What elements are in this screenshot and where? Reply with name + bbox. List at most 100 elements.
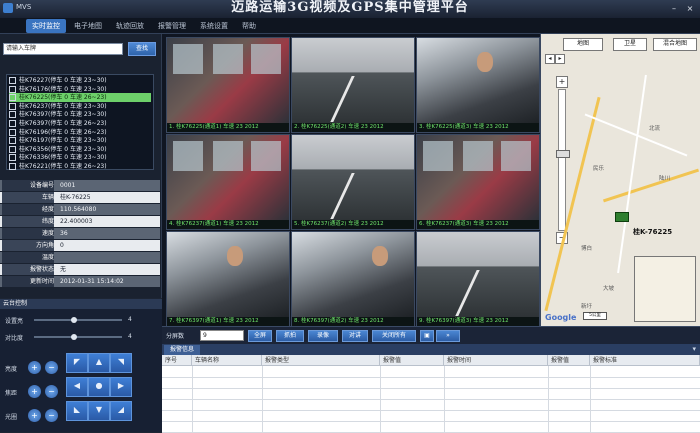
menu-alarm-management[interactable]: 报警管理 bbox=[152, 19, 192, 33]
info-label: 经度 bbox=[2, 204, 54, 215]
layout-select[interactable]: 9 bbox=[200, 330, 244, 341]
ptz-slider[interactable] bbox=[34, 317, 122, 323]
alarm-tab[interactable]: 报警信息 bbox=[164, 345, 201, 355]
menu-system-settings[interactable]: 系统设置 bbox=[194, 19, 234, 33]
camera-view[interactable]: 5. 桂K76237(通道2) 车速 23 2012 bbox=[291, 134, 415, 230]
grid-layout-icon[interactable]: ▣ bbox=[420, 330, 434, 342]
minus-icon[interactable]: − bbox=[45, 361, 58, 374]
menu-help[interactable]: 帮助 bbox=[236, 19, 262, 33]
checkbox-icon[interactable] bbox=[9, 120, 16, 127]
video-frame bbox=[417, 232, 539, 317]
pan-right-icon[interactable]: ▸ bbox=[555, 54, 565, 64]
checkbox-icon[interactable] bbox=[9, 154, 16, 162]
alarm-column-header[interactable]: 报警值 bbox=[548, 355, 590, 366]
pan-left-icon[interactable]: ◀ bbox=[66, 377, 88, 397]
alarm-column-header[interactable]: 报警时间 bbox=[444, 355, 548, 366]
slider-handle[interactable] bbox=[70, 334, 77, 340]
slider-value: 4 bbox=[128, 316, 132, 323]
ptz-slider[interactable] bbox=[34, 334, 122, 340]
next-page-icon[interactable]: » bbox=[436, 330, 460, 342]
checkbox-icon[interactable] bbox=[9, 77, 16, 84]
checkbox-icon[interactable] bbox=[9, 145, 16, 153]
close-all-button[interactable]: 关闭所有 bbox=[372, 330, 416, 342]
pan-right-icon[interactable]: ▶ bbox=[110, 377, 132, 397]
minus-icon[interactable]: − bbox=[45, 409, 58, 422]
collapse-icon[interactable]: ▾ bbox=[692, 345, 696, 353]
vehicle-search-input[interactable]: 请输入车牌 bbox=[3, 43, 123, 55]
vehicle-panel: 请输入车牌 查找 桂K76227(停车 0 车速 23~30) 桂K76176(停… bbox=[0, 34, 162, 298]
alarm-column-header[interactable]: 报警类型 bbox=[262, 355, 380, 366]
checkbox-icon[interactable] bbox=[9, 85, 16, 93]
camera-view[interactable]: 8. 桂K76397(通道2) 车速 23 2012 bbox=[291, 231, 415, 327]
checkbox-icon[interactable] bbox=[9, 94, 16, 102]
record-button[interactable]: 录像 bbox=[308, 330, 338, 342]
camera-view[interactable]: 7. 桂K76397(通道1) 车速 23 2012 bbox=[166, 231, 290, 327]
ptz-control-panel: 设置亮 4 对比度 4 亮度 + − 焦距 + − 光圈 + − ◤ ▲ ◥ ◀ ● ▶ ◣ ▼ ◢ bbox=[0, 309, 162, 432]
road-lane bbox=[330, 173, 355, 219]
video-frame bbox=[292, 38, 414, 123]
camera-view[interactable]: 4. 桂K76237(通道1) 车速 23 2012 bbox=[166, 134, 290, 230]
electronic-map[interactable]: 地图 卫星 混合地图 ◂ ▸ + − 北流 民乐 陆川 博白 石窝 大坡 新圩 … bbox=[540, 34, 700, 326]
zoom-slider[interactable] bbox=[556, 89, 570, 231]
info-label: 纬度 bbox=[2, 216, 54, 227]
menu-track-playback[interactable]: 轨迹回放 bbox=[110, 19, 150, 33]
minimize-button[interactable]: – bbox=[668, 3, 680, 14]
checkbox-icon[interactable] bbox=[9, 137, 16, 145]
map-place-label: 新圩 bbox=[581, 304, 593, 310]
vehicle-list[interactable]: 桂K76227(停车 0 车速 23~30) 桂K76176(停车 0 车速 23… bbox=[6, 74, 154, 170]
close-button[interactable]: × bbox=[684, 3, 696, 14]
info-label: 方向角 bbox=[2, 240, 54, 251]
alarm-column-header[interactable]: 车辆名称 bbox=[192, 355, 262, 366]
vehicle-label: 桂K76237(停车 0 车速 23~30) bbox=[19, 102, 107, 110]
info-row: 方向角 0 bbox=[0, 240, 160, 251]
checkbox-icon[interactable] bbox=[9, 163, 16, 170]
zoom-handle[interactable] bbox=[556, 150, 570, 158]
bus-window bbox=[173, 141, 203, 171]
map-tab-satellite[interactable]: 卫星 bbox=[613, 38, 647, 51]
menu-electronic-map[interactable]: 电子地图 bbox=[68, 19, 108, 33]
minus-icon[interactable]: − bbox=[45, 385, 58, 398]
intercom-button[interactable]: 对讲 bbox=[342, 330, 368, 342]
menu-realtime-monitor[interactable]: 实时监控 bbox=[26, 19, 66, 33]
pan-down-icon[interactable]: ▼ bbox=[88, 401, 110, 421]
camera-view[interactable]: 1. 桂K76225(通道1) 车速 23 2012 bbox=[166, 37, 290, 133]
info-value: 22.400003 bbox=[60, 218, 93, 225]
checkbox-icon[interactable] bbox=[9, 102, 16, 110]
info-label: 车辆 bbox=[2, 192, 54, 203]
plus-icon[interactable]: + bbox=[28, 385, 41, 398]
pan-up-icon[interactable]: ▲ bbox=[88, 353, 110, 373]
info-value: 无 bbox=[60, 266, 67, 273]
overview-minimap[interactable] bbox=[634, 256, 696, 322]
grid-line bbox=[162, 410, 700, 411]
snapshot-button[interactable]: 抓拍 bbox=[276, 330, 304, 342]
alarm-column-header[interactable]: 序号 bbox=[162, 355, 192, 366]
ptz-row-label: 焦距 bbox=[5, 390, 18, 397]
map-tab-map[interactable]: 地图 bbox=[563, 38, 603, 51]
pan-left-icon[interactable]: ◂ bbox=[545, 54, 555, 64]
camera-caption: 8. 桂K76397(通道2) 车速 23 2012 bbox=[292, 317, 414, 326]
alarm-column-header[interactable]: 报警标准 bbox=[590, 355, 700, 366]
map-tab-hybrid[interactable]: 混合地图 bbox=[653, 38, 697, 51]
vehicle-marker-icon[interactable] bbox=[615, 212, 629, 222]
pan-down-left-icon[interactable]: ◣ bbox=[66, 401, 88, 421]
plus-icon[interactable]: + bbox=[28, 409, 41, 422]
search-button[interactable]: 查找 bbox=[128, 42, 156, 56]
alarm-column-header[interactable]: 报警值 bbox=[380, 355, 444, 366]
pan-up-left-icon[interactable]: ◤ bbox=[66, 353, 88, 373]
checkbox-icon[interactable] bbox=[9, 111, 16, 119]
plus-icon[interactable]: + bbox=[28, 361, 41, 374]
pan-up-right-icon[interactable]: ◥ bbox=[110, 353, 132, 373]
pan-center-icon[interactable]: ● bbox=[88, 377, 110, 397]
camera-view[interactable]: 9. 桂K76397(通道3) 车速 23 2012 bbox=[416, 231, 540, 327]
slider-handle[interactable] bbox=[70, 317, 77, 323]
checkbox-icon[interactable] bbox=[9, 128, 16, 136]
zoom-in-icon[interactable]: + bbox=[556, 76, 568, 88]
camera-view[interactable]: 6. 桂K76237(通道3) 车速 23 2012 bbox=[416, 134, 540, 230]
map-road bbox=[544, 96, 601, 312]
camera-view[interactable]: 3. 桂K76225(通道3) 车速 23 2012 bbox=[416, 37, 540, 133]
vehicle-list-item[interactable]: 桂K76221(停车 0 车速 26~23) bbox=[9, 162, 151, 171]
camera-view[interactable]: 2. 桂K76225(通道2) 车速 23 2012 bbox=[291, 37, 415, 133]
vehicle-label: 桂K76225(停车 0 车速 26~23) bbox=[19, 94, 107, 102]
fullscreen-button[interactable]: 全屏 bbox=[248, 330, 272, 342]
pan-down-right-icon[interactable]: ◢ bbox=[110, 401, 132, 421]
